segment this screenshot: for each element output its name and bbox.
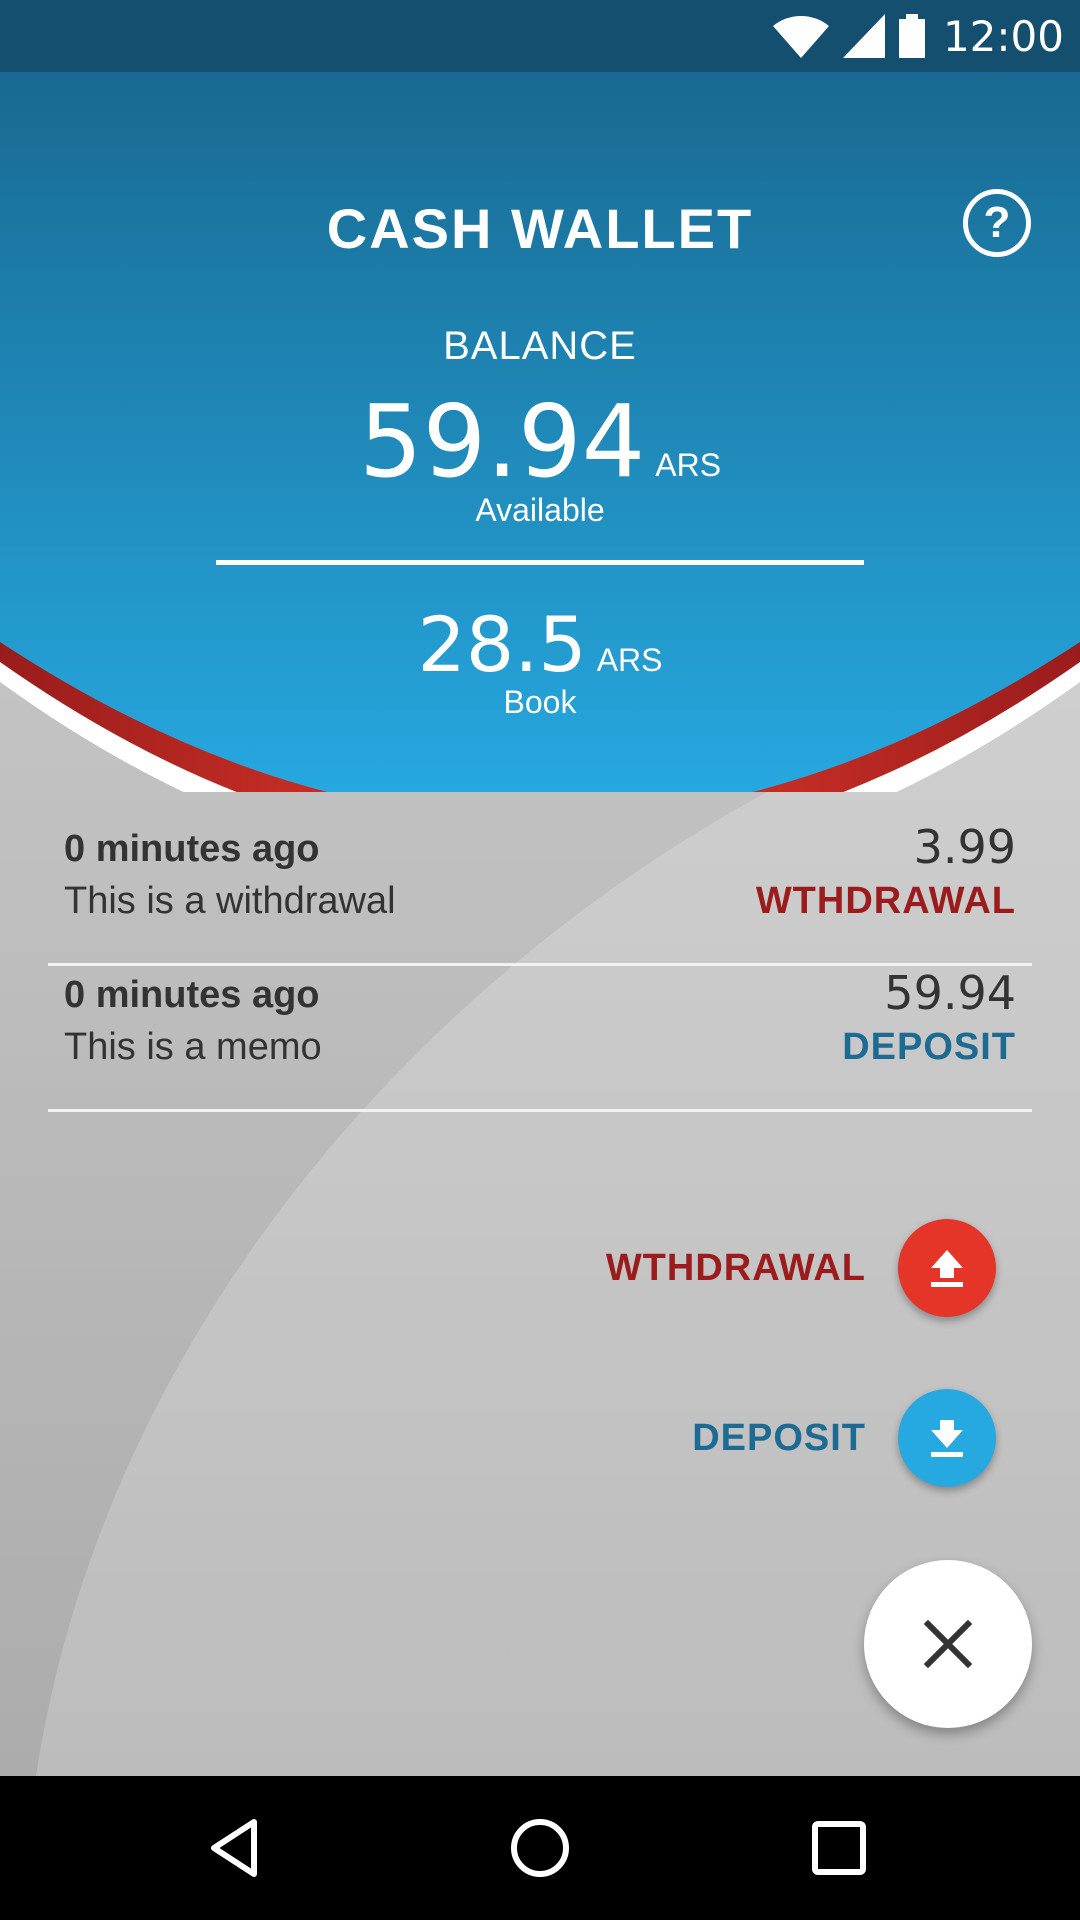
close-icon xyxy=(923,1619,973,1669)
transaction-amount: 3.99 xyxy=(913,820,1016,874)
transaction-amount: 59.94 xyxy=(884,966,1016,1020)
available-amount: 59.94 xyxy=(358,383,646,500)
status-time: 12:00 xyxy=(942,11,1064,61)
battery-icon xyxy=(898,14,925,58)
balance-divider xyxy=(216,560,864,565)
wifi-icon xyxy=(772,15,829,58)
available-balance: 59.94 ARS xyxy=(0,387,1080,497)
deposit-action[interactable]: DEPOSIT xyxy=(692,1389,996,1487)
balance-label: BALANCE xyxy=(443,324,637,368)
recents-icon[interactable] xyxy=(803,1812,875,1884)
transaction-type-withdrawal: WTHDRAWAL xyxy=(755,880,1016,922)
book-amount: 28.5 xyxy=(417,600,587,689)
balance-header: CASH WALLET ? BALANCE 59.94 ARS Availabl… xyxy=(0,72,1080,792)
signal-icon xyxy=(842,14,885,58)
transaction-time: 0 minutes ago xyxy=(64,828,320,870)
book-balance: 28.5 ARS xyxy=(0,602,1080,688)
transaction-row[interactable]: 0 minutes ago This is a withdrawal 3.99 … xyxy=(48,820,1032,966)
help-icon: ? xyxy=(983,198,1011,247)
download-icon xyxy=(931,1420,963,1457)
home-icon[interactable] xyxy=(504,1812,576,1884)
transaction-memo: This is a memo xyxy=(64,1026,322,1068)
back-icon[interactable] xyxy=(202,1812,274,1884)
close-fab-button[interactable] xyxy=(864,1560,1032,1728)
book-label: Book xyxy=(503,684,577,720)
withdrawal-label[interactable]: WTHDRAWAL xyxy=(606,1247,866,1290)
help-button[interactable]: ? xyxy=(963,189,1031,257)
deposit-button[interactable] xyxy=(898,1389,996,1487)
transaction-row[interactable]: 0 minutes ago This is a memo 59.94 DEPOS… xyxy=(48,966,1032,1112)
status-icons: 12:00 xyxy=(771,0,1064,72)
transaction-memo: This is a withdrawal xyxy=(64,880,396,922)
withdrawal-action[interactable]: WTHDRAWAL xyxy=(606,1219,996,1317)
book-currency: ARS xyxy=(596,642,663,678)
transaction-type-deposit: DEPOSIT xyxy=(842,1026,1016,1068)
status-bar: 12:00 xyxy=(0,0,1080,72)
transaction-time: 0 minutes ago xyxy=(64,974,320,1016)
withdrawal-button[interactable] xyxy=(898,1219,996,1317)
upload-icon xyxy=(931,1250,963,1287)
available-label: Available xyxy=(475,492,605,528)
available-currency: ARS xyxy=(655,447,722,483)
page-title: CASH WALLET xyxy=(326,197,754,260)
navigation-bar xyxy=(0,1776,1080,1920)
transaction-list: 0 minutes ago This is a withdrawal 3.99 … xyxy=(48,820,1032,1112)
deposit-label[interactable]: DEPOSIT xyxy=(692,1417,866,1460)
